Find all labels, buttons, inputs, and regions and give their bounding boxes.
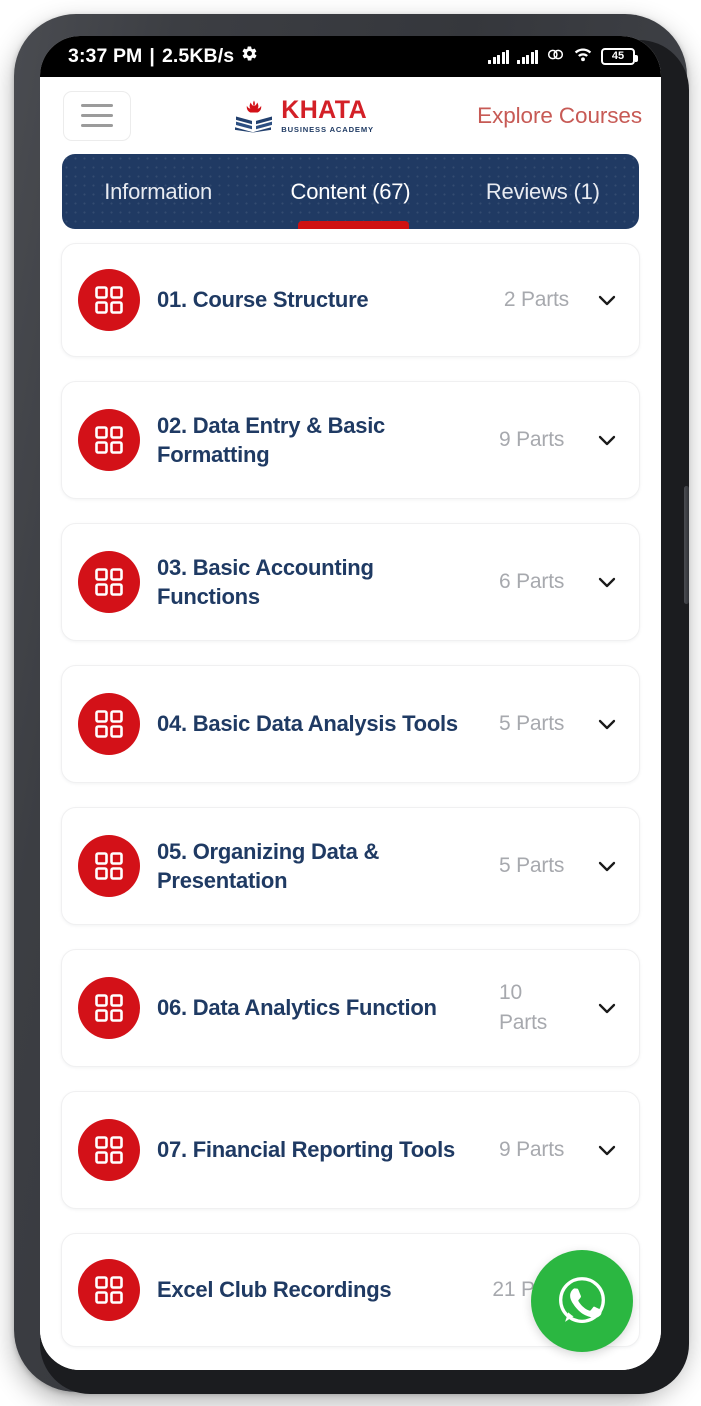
grid-icon: [78, 977, 140, 1039]
status-time: 3:37 PM: [68, 45, 143, 67]
status-bar: 3:37 PM | 2.5KB/s 45: [40, 36, 661, 77]
list-item[interactable]: 02. Data Entry & Basic Formatting 9 Part…: [61, 381, 640, 499]
hamburger-line: [81, 114, 113, 117]
list-item-title: 05. Organizing Data & Presentation: [157, 838, 380, 893]
chevron-down-icon[interactable]: [592, 1135, 622, 1165]
list-item-title: 01. Course Structure: [157, 287, 369, 313]
gear-icon: [241, 45, 258, 68]
tab-content[interactable]: Content (67): [254, 179, 446, 205]
chevron-down-icon[interactable]: [592, 567, 622, 597]
list-item-parts-count: 6 Parts: [499, 570, 565, 594]
chevron-down-icon[interactable]: [592, 851, 622, 881]
list-item-parts-count: 9 Parts: [499, 428, 565, 452]
wifi-icon: [573, 46, 593, 67]
list-item-title: 03. Basic Accounting Functions: [157, 554, 374, 609]
battery-icon: 45: [601, 48, 638, 65]
logo-subtitle: BUSINESS ACADEMY: [281, 124, 374, 134]
grid-icon: [78, 551, 140, 613]
data-saver-loop-icon: [546, 45, 565, 69]
tab-reviews[interactable]: Reviews (1): [447, 179, 639, 205]
list-item-title: 07. Financial Reporting Tools: [157, 1137, 455, 1163]
logo-title: KHATA: [281, 95, 368, 124]
list-item-parts-count: 5 Parts: [499, 712, 565, 736]
hamburger-menu-icon[interactable]: [63, 90, 131, 141]
logo-text-block: KHATA BUSINESS ACADEMY: [281, 95, 374, 134]
grid-icon: [78, 1259, 140, 1321]
status-bar-right: 45: [488, 45, 638, 69]
status-bar-left: 3:37 PM | 2.5KB/s: [68, 45, 258, 68]
battery-level-label: 45: [611, 50, 625, 62]
app-header: KHATA BUSINESS ACADEMY Explore Courses: [40, 77, 661, 154]
list-item[interactable]: 06. Data Analytics Function 10 Parts: [61, 949, 640, 1067]
list-item-title: 06. Data Analytics Function: [157, 995, 437, 1021]
list-item-title: 02. Data Entry & Basic Formatting: [157, 412, 386, 467]
hamburger-line: [81, 124, 113, 127]
signal-bars-icon: [517, 49, 538, 64]
grid-icon: [78, 269, 140, 331]
list-item-parts-count: 2 Parts: [503, 288, 569, 312]
list-item[interactable]: 01. Course Structure 2 Parts: [61, 243, 640, 357]
chevron-down-icon[interactable]: [592, 425, 622, 455]
hamburger-line: [81, 104, 113, 107]
app-logo[interactable]: KHATA BUSINESS ACADEMY: [141, 95, 467, 134]
list-item-parts-count: 10 Parts: [499, 981, 548, 1034]
phone-side-button[interactable]: [684, 486, 689, 604]
list-item[interactable]: 04. Basic Data Analysis Tools 5 Parts: [61, 665, 640, 783]
active-tab-indicator: [298, 221, 409, 229]
list-item-parts-count: 5 Parts: [499, 854, 565, 878]
whatsapp-icon[interactable]: [531, 1250, 633, 1352]
grid-icon: [78, 1119, 140, 1181]
course-content-list[interactable]: 01. Course Structure 2 Parts 02. Data En…: [40, 229, 661, 1370]
list-item-parts-count: 9 Parts: [499, 1138, 565, 1162]
grid-icon: [78, 693, 140, 755]
chevron-down-icon[interactable]: [592, 285, 622, 315]
book-flame-logo-icon: [234, 99, 274, 133]
tab-bar-container: Information Content (67) Reviews (1): [40, 154, 661, 229]
tab-information[interactable]: Information: [62, 179, 254, 205]
explore-courses-link[interactable]: Explore Courses: [477, 103, 642, 129]
list-item-title: 04. Basic Data Analysis Tools: [157, 711, 458, 737]
grid-icon: [78, 835, 140, 897]
list-item[interactable]: 07. Financial Reporting Tools 9 Parts: [61, 1091, 640, 1209]
list-item-title: Excel Club Recordings: [157, 1277, 392, 1303]
chevron-down-icon[interactable]: [592, 709, 622, 739]
status-network-speed: 2.5KB/s: [161, 45, 235, 67]
tab-bar: Information Content (67) Reviews (1): [62, 154, 639, 229]
phone-screen: 3:37 PM | 2.5KB/s 45 KHATA BUSINESS ACAD…: [40, 36, 661, 1370]
list-item[interactable]: 05. Organizing Data & Presentation 5 Par…: [61, 807, 640, 925]
grid-icon: [78, 409, 140, 471]
list-item[interactable]: 03. Basic Accounting Functions 6 Parts: [61, 523, 640, 641]
status-separator: |: [149, 45, 155, 67]
chevron-down-icon[interactable]: [592, 993, 622, 1023]
signal-bars-icon: [488, 49, 509, 64]
